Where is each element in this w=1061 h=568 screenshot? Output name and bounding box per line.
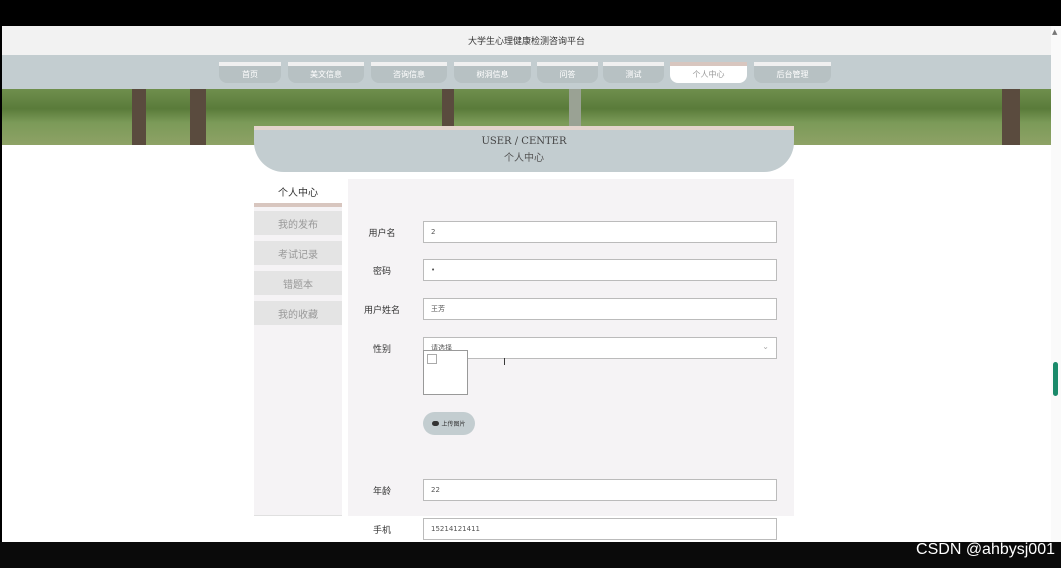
profile-form: 用户名 2 密码 • 用户姓名 王芳 性别 请选择 ⌄ 上传图片 年龄 22 手… xyxy=(348,179,794,540)
phone-label: 手机 xyxy=(372,526,391,536)
chevron-down-icon: ⌄ xyxy=(762,342,769,351)
username-input[interactable]: 2 xyxy=(423,221,777,243)
phone-row: 手机 15214121411 xyxy=(348,518,794,540)
nav-articles[interactable]: 美文信息 xyxy=(288,62,364,83)
cloud-upload-icon xyxy=(432,421,440,426)
text-cursor-icon: I xyxy=(503,357,506,368)
age-input[interactable]: 22 xyxy=(423,479,777,501)
site-title: 大学生心理健康检测咨询平台 xyxy=(467,37,585,47)
nav-home[interactable]: 首页 xyxy=(219,62,281,83)
sidebar-item-exam-records[interactable]: 考试记录 xyxy=(254,241,342,265)
top-black-bar xyxy=(0,0,1061,26)
username-row: 用户名 2 xyxy=(348,221,794,243)
banner-tree xyxy=(132,89,146,145)
upload-label: 上传图片 xyxy=(441,421,466,428)
nav-consult[interactable]: 咨询信息 xyxy=(371,62,447,83)
broken-image-icon xyxy=(427,354,437,364)
password-row: 密码 • xyxy=(348,259,794,281)
divider xyxy=(254,515,342,516)
password-input[interactable]: • xyxy=(423,259,777,281)
scrollbar-thumb[interactable] xyxy=(1053,362,1058,396)
gender-row: 性别 请选择 ⌄ xyxy=(348,337,794,359)
nav-qa[interactable]: 问答 xyxy=(537,62,598,83)
sidebar-item-favorites[interactable]: 我的收藏 xyxy=(254,301,342,325)
user-center-heading: USER / CENTER 个人中心 xyxy=(254,126,794,172)
username-label: 用户名 xyxy=(368,229,396,239)
phone-input[interactable]: 15214121411 xyxy=(423,518,777,540)
banner-tree xyxy=(1002,89,1020,145)
scrollbar[interactable] xyxy=(1051,26,1061,542)
age-label: 年龄 xyxy=(372,487,391,497)
heading-en: USER / CENTER xyxy=(481,136,567,147)
bottom-black-bar xyxy=(0,542,1061,568)
realname-label: 用户姓名 xyxy=(363,306,400,316)
age-row: 年龄 22 xyxy=(348,479,794,501)
realname-row: 用户姓名 王芳 xyxy=(348,298,794,320)
heading-cn: 个人中心 xyxy=(504,153,544,164)
avatar-preview xyxy=(423,350,468,395)
main-nav: 首页 美文信息 咨询信息 树洞信息 问答 测试 个人中心 后台管理 xyxy=(2,55,1051,89)
watermark: CSDN @ahbysj001 xyxy=(916,541,1055,558)
realname-input[interactable]: 王芳 xyxy=(423,298,777,320)
banner-tree xyxy=(190,89,206,145)
nav-admin[interactable]: 后台管理 xyxy=(754,62,831,83)
sidebar-item-user-center[interactable]: 个人中心 xyxy=(254,179,342,207)
user-sidebar: 个人中心 我的发布 考试记录 错题本 我的收藏 xyxy=(254,179,342,516)
site-header: 大学生心理健康检测咨询平台 xyxy=(2,26,1051,55)
gender-select[interactable]: 请选择 ⌄ xyxy=(423,337,777,359)
sidebar-item-my-posts[interactable]: 我的发布 xyxy=(254,211,342,235)
scroll-up-icon[interactable]: ▲ xyxy=(1052,28,1057,36)
gender-label: 性别 xyxy=(372,345,391,355)
nav-user-center[interactable]: 个人中心 xyxy=(670,62,747,83)
nav-treehole[interactable]: 树洞信息 xyxy=(454,62,531,83)
password-label: 密码 xyxy=(372,267,391,277)
upload-image-button[interactable]: 上传图片 xyxy=(423,412,475,435)
nav-test[interactable]: 测试 xyxy=(603,62,664,83)
sidebar-item-wrong-questions[interactable]: 错题本 xyxy=(254,271,342,295)
